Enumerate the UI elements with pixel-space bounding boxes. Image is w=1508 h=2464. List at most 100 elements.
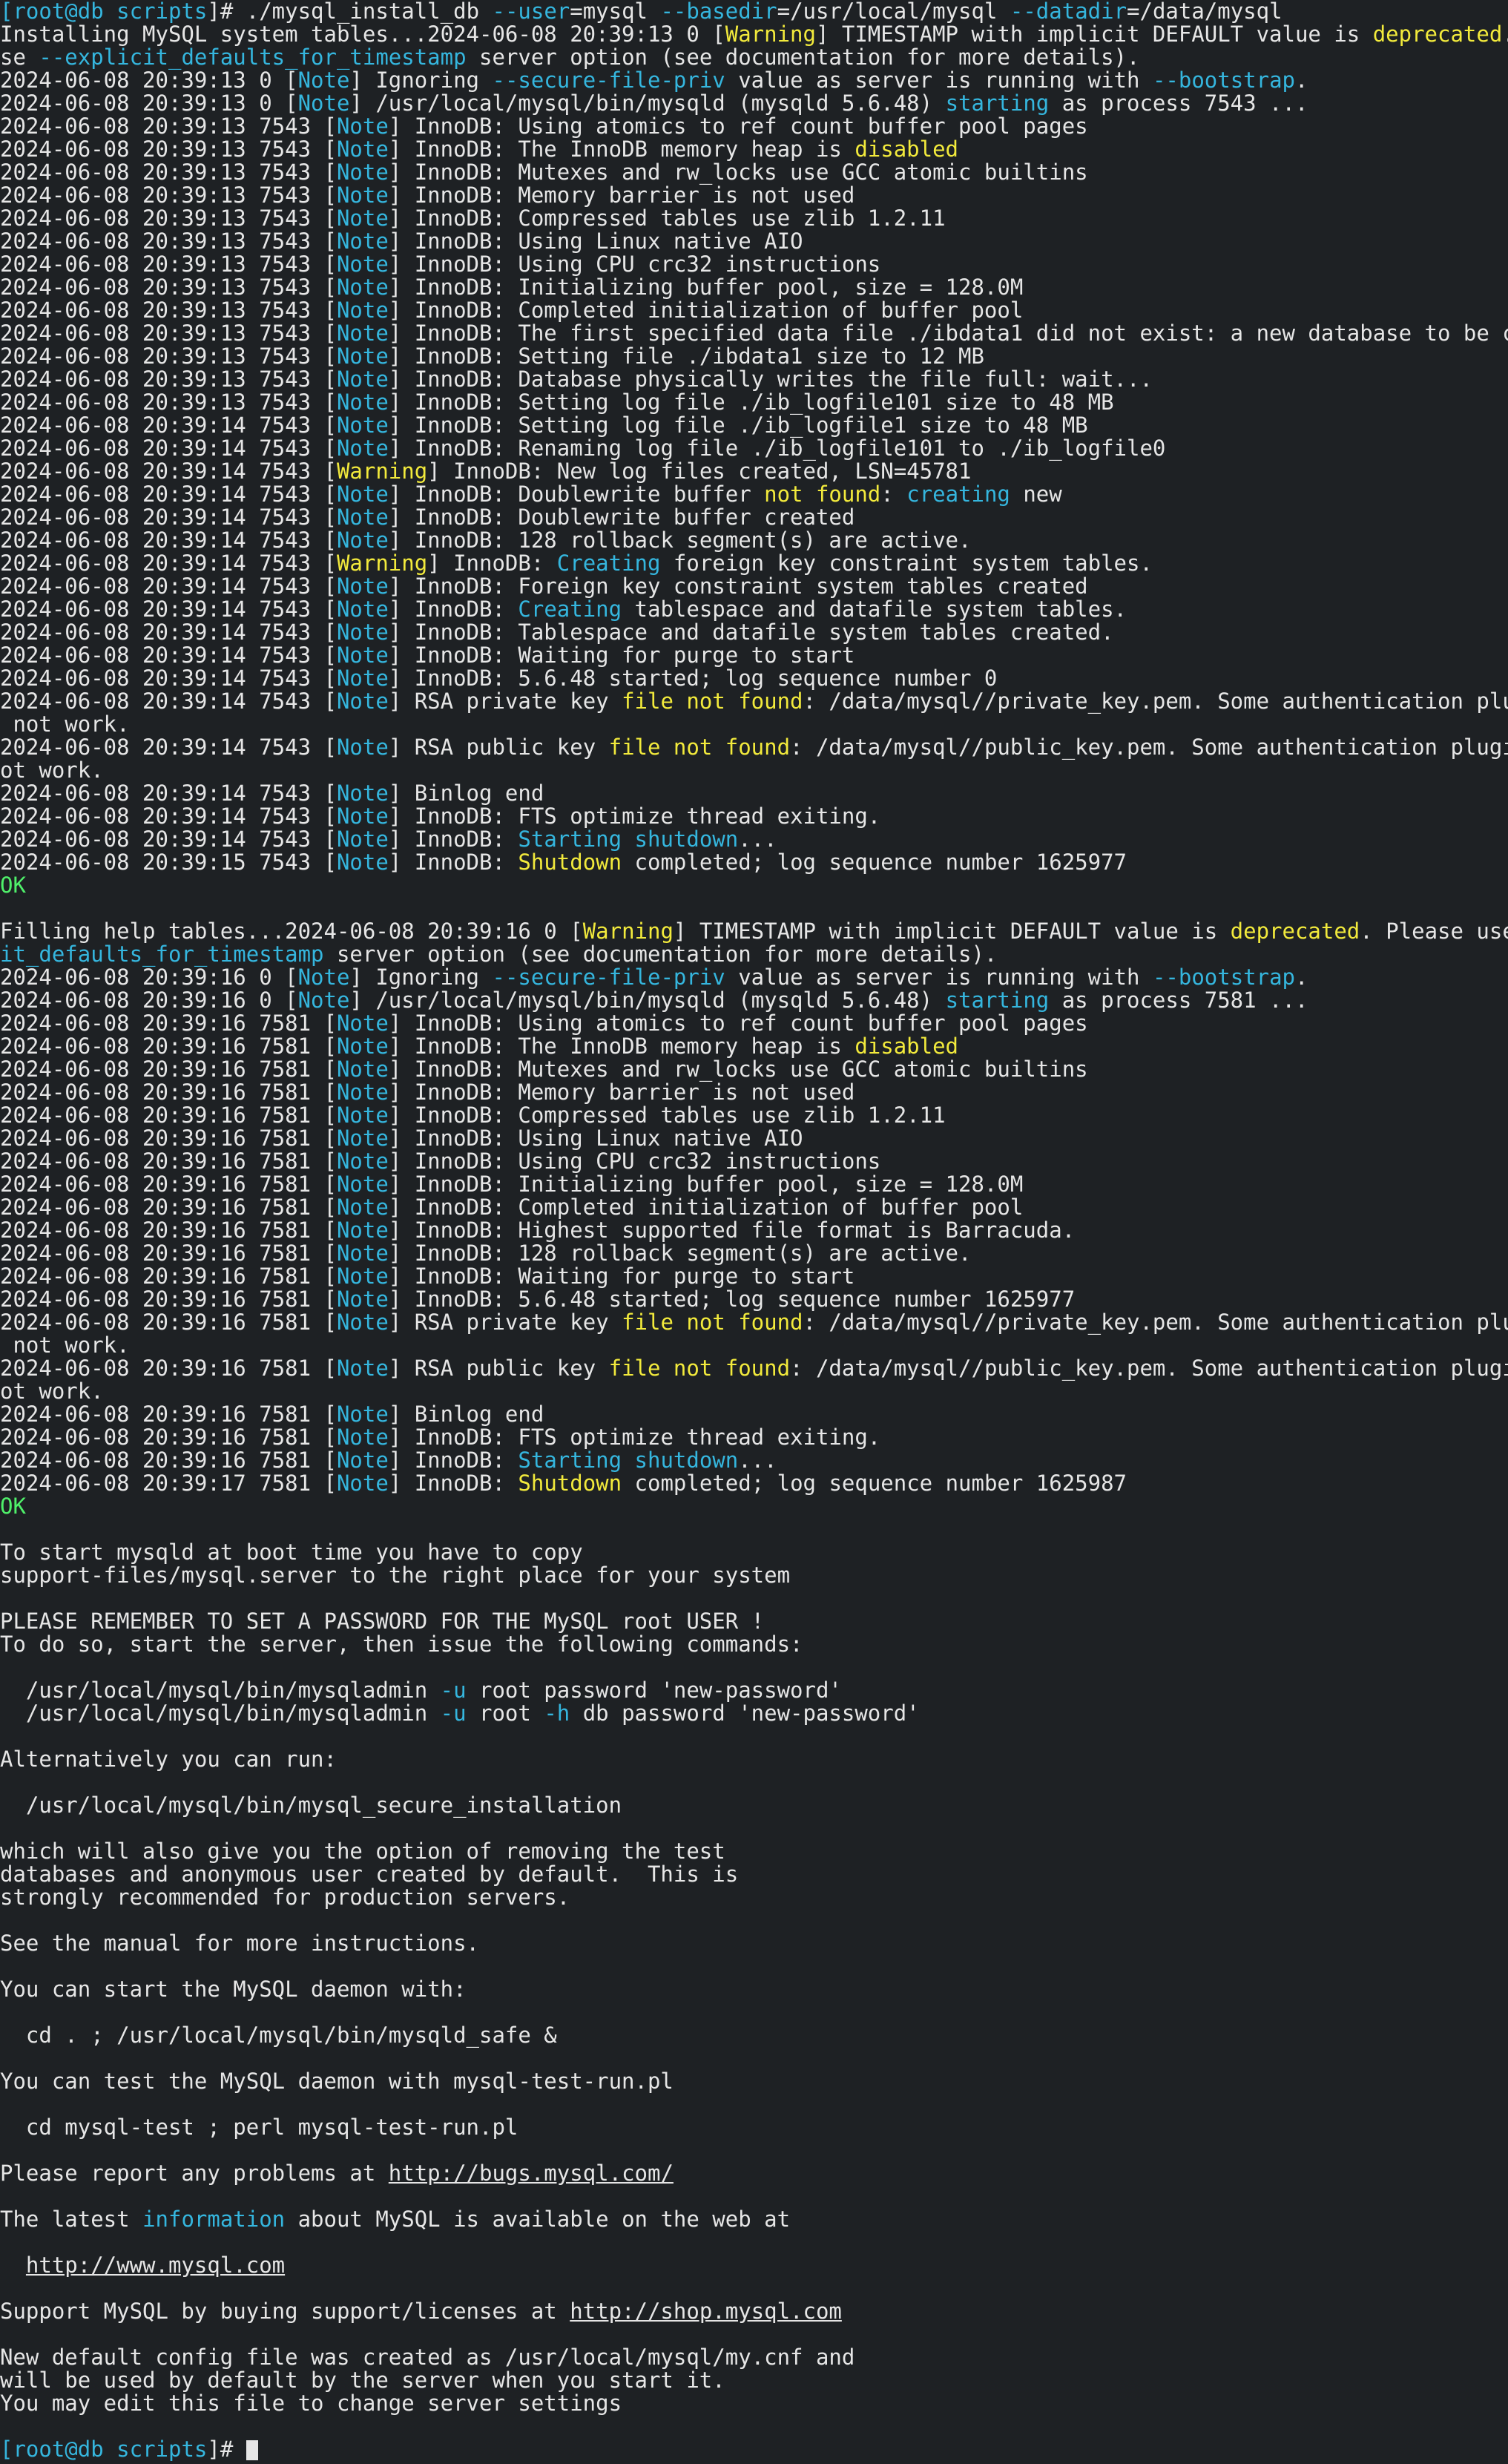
terminal-text: ] InnoDB: Foreign key constraint system … bbox=[388, 574, 1088, 599]
terminal-line: 2024-06-08 20:39:14 7543 [Warning] InnoD… bbox=[0, 552, 1508, 575]
terminal-text: ] InnoDB: Using Linux native AIO bbox=[388, 229, 803, 254]
terminal-line: OK bbox=[0, 1495, 1508, 1518]
terminal-text: ... bbox=[738, 1448, 777, 1473]
terminal-line: 2024-06-08 20:39:14 7543 [Warning] InnoD… bbox=[0, 460, 1508, 483]
terminal-line: 2024-06-08 20:39:16 7581 [Note] InnoDB: … bbox=[0, 1288, 1508, 1311]
terminal-line: which will also give you the option of r… bbox=[0, 1840, 1508, 1863]
terminal-text: [ bbox=[0, 0, 13, 24]
terminal-text: Note bbox=[336, 1241, 389, 1266]
terminal-line: support-files/mysql.server to the right … bbox=[0, 1564, 1508, 1587]
terminal-line: 2024-06-08 20:39:14 7543 [Note] InnoDB: … bbox=[0, 506, 1508, 529]
terminal-text: as process 7543 ... bbox=[1049, 91, 1308, 116]
terminal-line: PLEASE REMEMBER TO SET A PASSWORD FOR TH… bbox=[0, 1610, 1508, 1633]
terminal-text: -u bbox=[440, 1701, 467, 1726]
terminal-text: --secure-file-priv bbox=[492, 965, 725, 990]
terminal-line: 2024-06-08 20:39:16 7581 [Note] InnoDB: … bbox=[0, 1265, 1508, 1288]
terminal-line: 2024-06-08 20:39:13 7543 [Note] InnoDB: … bbox=[0, 115, 1508, 138]
terminal-text: : /data/mysql//private_key.pem. Some aut… bbox=[803, 689, 1508, 714]
terminal-text: 2024-06-08 20:39:13 7543 [ bbox=[0, 321, 337, 346]
terminal-text: [ bbox=[0, 2437, 13, 2462]
terminal-text: Alternatively you can run: bbox=[0, 1747, 337, 1772]
terminal-text: 2024-06-08 20:39:14 7543 [ bbox=[0, 620, 337, 645]
terminal-line: 2024-06-08 20:39:13 7543 [Note] InnoDB: … bbox=[0, 345, 1508, 368]
terminal-text: creating bbox=[906, 482, 1010, 507]
terminal-line: not work. bbox=[0, 713, 1508, 736]
terminal-text: Note bbox=[297, 988, 350, 1013]
terminal-text: Note bbox=[336, 827, 389, 852]
terminal-text: file not found bbox=[622, 689, 803, 714]
terminal-line: 2024-06-08 20:39:16 0 [Note] Ignoring --… bbox=[0, 966, 1508, 989]
terminal-link[interactable]: http://shop.mysql.com bbox=[570, 2299, 842, 2324]
terminal-text: tablespace and datafile system tables. bbox=[622, 597, 1127, 622]
terminal-line: 2024-06-08 20:39:14 7543 [Note] InnoDB: … bbox=[0, 414, 1508, 437]
terminal-text: information bbox=[142, 2207, 286, 2232]
terminal-text: /usr/local/mysql/bin/mysqladmin bbox=[0, 1678, 441, 1703]
terminal-line: 2024-06-08 20:39:13 7543 [Note] InnoDB: … bbox=[0, 161, 1508, 184]
terminal-text: Warning bbox=[336, 459, 428, 484]
terminal-text: disabled bbox=[855, 137, 959, 162]
terminal-text: ] InnoDB: 5.6.48 started; log sequence n… bbox=[388, 666, 998, 691]
terminal-text: root password 'new-password' bbox=[466, 1678, 842, 1703]
terminal-text: 2024-06-08 20:39:13 7543 [ bbox=[0, 298, 337, 323]
terminal-window[interactable]: [root@db scripts]# ./mysql_install_db --… bbox=[0, 0, 1508, 2464]
terminal-text: disabled bbox=[855, 1034, 959, 1059]
terminal-text: ] InnoDB: 128 rollback segment(s) are ac… bbox=[388, 528, 972, 553]
terminal-text: 2024-06-08 20:39:13 7543 [ bbox=[0, 160, 337, 185]
terminal-text: ] RSA public key bbox=[388, 735, 609, 760]
terminal-line: ot work. bbox=[0, 759, 1508, 782]
terminal-text: 2024-06-08 20:39:14 7543 [ bbox=[0, 482, 337, 507]
terminal-text: ] InnoDB: Initializing buffer pool, size… bbox=[388, 275, 1024, 300]
terminal-text: --bootstrap bbox=[1152, 965, 1295, 990]
terminal-line: 2024-06-08 20:39:13 7543 [Note] InnoDB: … bbox=[0, 368, 1508, 391]
terminal-text: starting bbox=[945, 91, 1050, 116]
terminal-text: ] InnoDB: Compressed tables use zlib 1.2… bbox=[388, 206, 946, 231]
terminal-text: ] InnoDB: Using atomics to ref count buf… bbox=[388, 114, 1088, 139]
terminal-line: 2024-06-08 20:39:14 7543 [Note] InnoDB: … bbox=[0, 621, 1508, 644]
terminal-line: 2024-06-08 20:39:13 7543 [Note] InnoDB: … bbox=[0, 184, 1508, 207]
terminal-line: /usr/local/mysql/bin/mysqladmin -u root … bbox=[0, 1679, 1508, 1702]
terminal-text: Note bbox=[336, 1057, 389, 1082]
terminal-text: Installing MySQL system tables...2024-06… bbox=[0, 22, 725, 47]
terminal-line: 2024-06-08 20:39:13 0 [Note] /usr/local/… bbox=[0, 92, 1508, 115]
terminal-line: 2024-06-08 20:39:16 7581 [Note] InnoDB: … bbox=[0, 1449, 1508, 1472]
terminal-text: Warning bbox=[336, 551, 428, 576]
terminal-text: file not found bbox=[622, 1310, 803, 1335]
terminal-line: 2024-06-08 20:39:14 7543 [Note] RSA priv… bbox=[0, 690, 1508, 713]
terminal-text: Note bbox=[336, 1471, 389, 1496]
terminal-line: se --explicit_defaults_for_timestamp ser… bbox=[0, 46, 1508, 69]
terminal-text: Note bbox=[336, 436, 389, 461]
terminal-text: =/data/mysql bbox=[1127, 0, 1283, 24]
terminal-text: Note bbox=[336, 850, 389, 875]
terminal-text: 2024-06-08 20:39:16 7581 [ bbox=[0, 1080, 337, 1105]
terminal-line: 2024-06-08 20:39:16 7581 [Note] InnoDB: … bbox=[0, 1196, 1508, 1219]
terminal-line: 2024-06-08 20:39:16 7581 [Note] InnoDB: … bbox=[0, 1127, 1508, 1150]
terminal-text: ] InnoDB: Setting log file ./ib_logfile1… bbox=[388, 413, 1088, 438]
terminal-text: ] InnoDB: 5.6.48 started; log sequence n… bbox=[388, 1287, 1076, 1312]
terminal-text: ] InnoDB: Using atomics to ref count buf… bbox=[388, 1011, 1088, 1036]
terminal-text: OK bbox=[0, 1494, 26, 1519]
terminal-text: Note bbox=[336, 206, 389, 231]
terminal-line: To start mysqld at boot time you have to… bbox=[0, 1541, 1508, 1564]
terminal-text: which will also give you the option of r… bbox=[0, 1839, 725, 1864]
terminal-line: 2024-06-08 20:39:15 7543 [Note] InnoDB: … bbox=[0, 851, 1508, 874]
terminal-text: --secure-file-priv bbox=[492, 68, 725, 93]
terminal-link[interactable]: http://www.mysql.com bbox=[26, 2253, 285, 2278]
terminal-text: 2024-06-08 20:39:13 7543 [ bbox=[0, 183, 337, 208]
terminal-link[interactable]: http://bugs.mysql.com/ bbox=[389, 2161, 674, 2186]
terminal-line: 2024-06-08 20:39:13 7543 [Note] InnoDB: … bbox=[0, 253, 1508, 276]
terminal-line: 2024-06-08 20:39:14 7543 [Note] InnoDB: … bbox=[0, 437, 1508, 460]
terminal-text: ] InnoDB: bbox=[388, 1471, 518, 1496]
terminal-text: The latest bbox=[0, 2207, 143, 2232]
terminal-text: Note bbox=[336, 1264, 389, 1289]
terminal-output: [root@db scripts]# ./mysql_install_db --… bbox=[0, 0, 1508, 2461]
terminal-text: ] InnoDB: FTS optimize thread exiting. bbox=[388, 804, 881, 829]
terminal-line: 2024-06-08 20:39:16 7581 [Note] InnoDB: … bbox=[0, 1058, 1508, 1081]
terminal-line: 2024-06-08 20:39:13 7543 [Note] InnoDB: … bbox=[0, 299, 1508, 322]
terminal-text: Note bbox=[336, 1402, 389, 1427]
